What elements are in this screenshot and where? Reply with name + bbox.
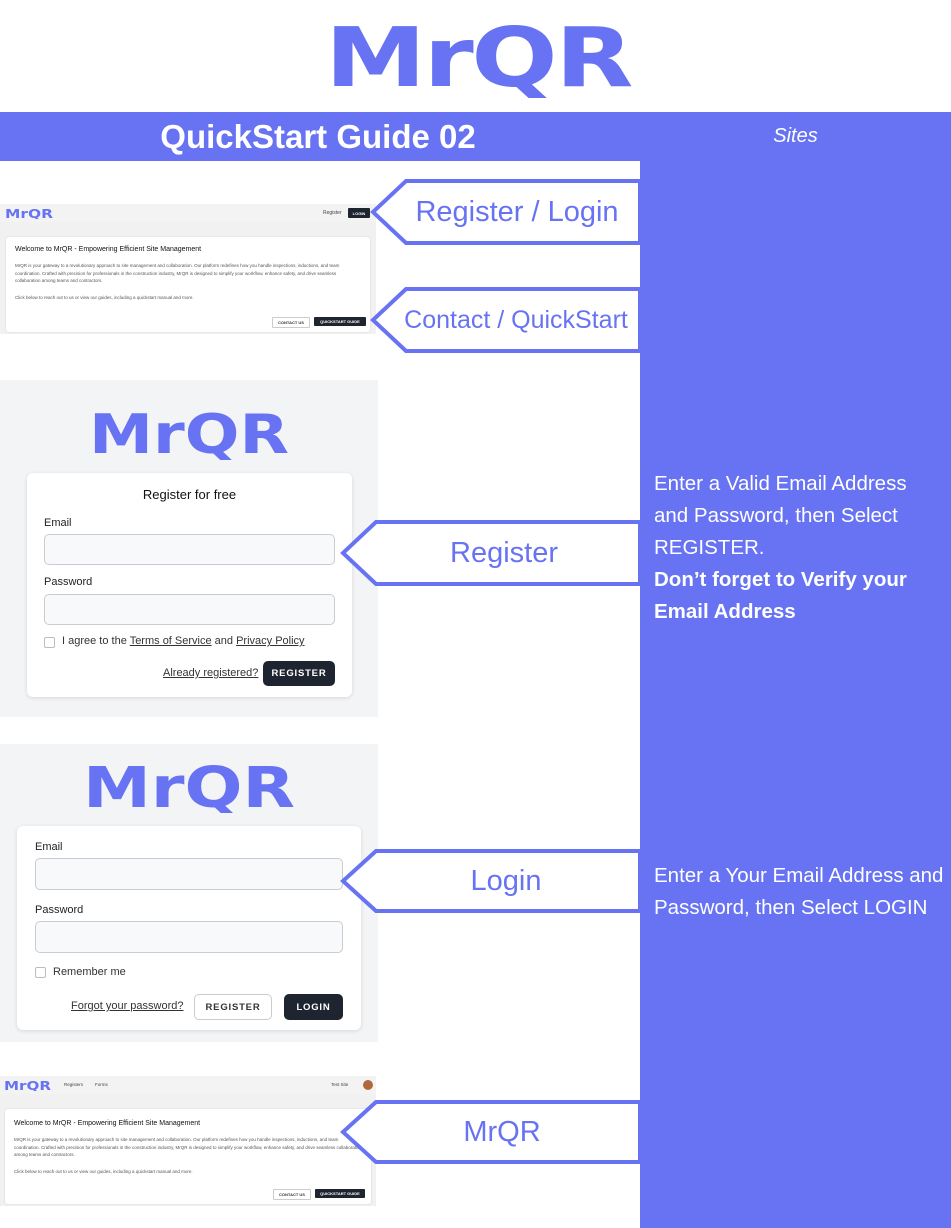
mrqr-logo: MrQR (325, 14, 634, 102)
register-page-screenshot: MrQR Register for free Email Password I … (0, 380, 378, 717)
forgot-password-link[interactable]: Forgot your password? (71, 1000, 184, 1012)
password-label: Password (35, 904, 84, 916)
guide-title: QuickStart Guide 02 (0, 112, 640, 161)
svg-text:MrQR: MrQR (325, 14, 632, 102)
agree-terms-text: I agree to the Terms of Service and Priv… (62, 635, 305, 647)
welcome-card: Welcome to MrQR - Empowering Efficient S… (5, 1109, 371, 1204)
already-registered-link[interactable]: Already registered? (163, 667, 258, 679)
register-button[interactable]: REGISTER (194, 994, 272, 1020)
side-panel (640, 161, 951, 1228)
email-field[interactable] (35, 858, 343, 890)
contact-us-button[interactable]: CONTACT US (272, 317, 310, 328)
nav-login-button[interactable]: LOGIN (348, 208, 370, 218)
privacy-policy-link[interactable]: Privacy Policy (236, 635, 304, 647)
login-callout: Login (340, 848, 642, 914)
home-page-screenshot: MrQR Register LOGIN Welcome to MrQR - Em… (0, 204, 376, 334)
welcome-card: Welcome to MrQR - Empowering Efficient S… (6, 237, 370, 332)
register-callout-label: Register (450, 536, 558, 569)
welcome-title: Welcome to MrQR - Empowering Efficient S… (14, 1120, 201, 1127)
register-login-callout: Register / Login (370, 178, 642, 246)
password-field[interactable] (44, 594, 335, 625)
email-label: Email (35, 841, 63, 853)
svg-text:MrQR: MrQR (89, 405, 289, 460)
login-page-screenshot: MrQR Email Password Remember me Forgot y… (0, 744, 378, 1042)
nav-forms-link[interactable]: Forms (95, 1082, 108, 1087)
login-instructions: Enter a Your Email Address and Password,… (654, 860, 949, 924)
contact-us-button[interactable]: CONTACT US (273, 1189, 311, 1200)
guides-paragraph: Click below to reach out to us or view o… (14, 1169, 193, 1174)
mrqr-logo: MrQR (4, 1079, 51, 1091)
email-field[interactable] (44, 534, 335, 565)
nav-registers-link[interactable]: Registers (64, 1082, 83, 1087)
register-instructions: Enter a Valid Email Address and Password… (654, 468, 944, 628)
mrqr-callout: MrQR (340, 1099, 642, 1165)
password-field[interactable] (35, 921, 343, 953)
welcome-paragraph: MrQR is your gateway to a revolutionary … (15, 263, 340, 283)
nav-register-link[interactable]: Register (323, 210, 342, 216)
quickstart-guide-button[interactable]: QUICKSTART GUIDE (314, 317, 366, 326)
verify-email-note: Email Address (654, 600, 796, 623)
mrqr-callout-label: MrQR (463, 1115, 541, 1148)
guides-paragraph: Click below to reach out to us or view o… (15, 295, 194, 300)
login-callout-label: Login (470, 864, 542, 897)
agree-prefix: I agree to the (62, 635, 127, 647)
register-callout: Register (340, 519, 642, 587)
mrqr-logo: MrQR (83, 758, 295, 813)
login-instruction-line: Password, then Select LOGIN (654, 896, 928, 919)
quickstart-guide-button[interactable]: QUICKSTART GUIDE (315, 1189, 365, 1198)
section-label: Sites (640, 112, 951, 161)
login-instruction-line: Enter a Your Email Address and (654, 864, 944, 887)
terms-of-service-link[interactable]: Terms of Service (130, 635, 212, 647)
home-nav (0, 204, 376, 222)
contact-quickstart-callout: Contact / QuickStart (370, 286, 642, 354)
site-selector[interactable]: Test Site (331, 1082, 348, 1087)
avatar[interactable] (363, 1080, 373, 1090)
welcome-paragraph: MrQR is your gateway to a revolutionary … (14, 1137, 362, 1157)
and-text: and (214, 635, 234, 647)
register-button[interactable]: REGISTER (263, 661, 335, 686)
svg-text:MrQR: MrQR (5, 207, 53, 219)
svg-text:MrQR: MrQR (83, 758, 295, 813)
login-button[interactable]: LOGIN (284, 994, 343, 1020)
mrqr-logo: MrQR (5, 207, 53, 219)
register-title: Register for free (142, 487, 237, 502)
svg-text:MrQR: MrQR (4, 1079, 51, 1091)
contact-quickstart-label: Contact / QuickStart (404, 305, 628, 334)
verify-email-note: Don’t forget to Verify your (654, 568, 907, 591)
login-card: Email Password Remember me Forgot your p… (17, 826, 361, 1030)
dashboard-nav (0, 1076, 376, 1094)
agree-terms-checkbox[interactable] (44, 637, 55, 648)
email-label: Email (44, 517, 72, 529)
dashboard-screenshot: MrQR Registers Forms Test Site Welcome t… (0, 1076, 376, 1206)
register-instruction-line: Enter a Valid Email Address (654, 472, 907, 495)
register-instruction-line: and Password, then Select (654, 504, 898, 527)
password-label: Password (44, 576, 93, 588)
register-instruction-line: REGISTER. (654, 536, 765, 559)
welcome-title: Welcome to MrQR - Empowering Efficient S… (15, 246, 202, 253)
mrqr-logo: MrQR (89, 405, 289, 460)
remember-me-checkbox[interactable] (35, 967, 46, 978)
register-login-label: Register / Login (415, 195, 619, 228)
remember-me-label: Remember me (53, 966, 126, 978)
register-card: Register for free Email Password I agree… (27, 473, 352, 697)
